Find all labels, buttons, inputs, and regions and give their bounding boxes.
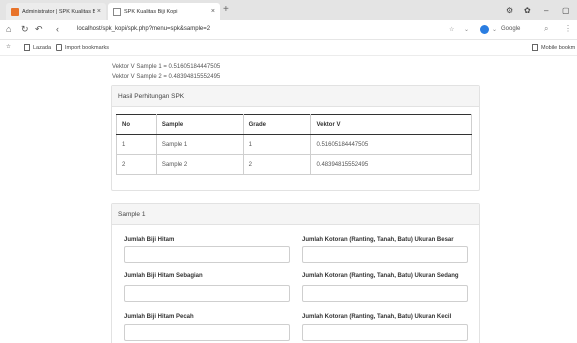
document-icon	[24, 44, 30, 51]
column-header-vektor-v: Vektor V	[310, 114, 472, 135]
column-header-grade: Grade	[242, 114, 312, 135]
window-icon[interactable]: ▢	[562, 6, 570, 15]
bookmarks-bar: ☆ Lazada Import bookmarks Mobile bookm	[0, 40, 577, 56]
close-icon[interactable]: ×	[97, 8, 101, 15]
bookmark-label: Mobile bookm	[541, 44, 576, 51]
field-label-kotoran-besar: Jumlah Kotoran (Ranting, Tanah, Batu) Uk…	[302, 237, 454, 243]
bookmark-star-icon[interactable]: ☆	[6, 44, 11, 50]
undo-icon[interactable]: ↶	[35, 24, 43, 35]
field-label-biji-hitam-sebagian: Jumlah Biji Hitam Sebagian	[124, 273, 203, 279]
biji-hitam-sebagian-input[interactable]	[124, 285, 290, 302]
bookmark-label: Lazada	[33, 44, 52, 51]
tab-title: SPK Kualitas Biji Kopi	[124, 8, 178, 15]
field-label-biji-hitam: Jumlah Biji Hitam	[124, 237, 175, 243]
cell-sample: Sample 1	[155, 134, 244, 155]
settings-icon[interactable]: ✿	[524, 6, 531, 15]
table-header-row: No Sample Grade Vektor V	[116, 114, 472, 135]
bookmark-label: Import bookmarks	[65, 44, 110, 51]
tab-bar: Administrator | SPK Kualitas B × SPK Kua…	[0, 0, 577, 20]
kotoran-sedang-input[interactable]	[302, 285, 468, 302]
address-bar: ⌂ ↻ ↶ ‹ localhost/spk_kopi/spk.php?menu=…	[0, 20, 577, 40]
mobile-icon	[532, 44, 538, 51]
url-input[interactable]: localhost/spk_kopi/spk.php?menu=spk&samp…	[77, 26, 210, 32]
table-row: 1 Sample 1 1 0.51605184447505	[116, 134, 472, 155]
more-icon[interactable]: ⋮	[564, 24, 572, 33]
table-row: 2 Sample 2 2 0.48394815552495	[116, 154, 472, 175]
dropdown-icon[interactable]: ⌄	[464, 26, 469, 33]
cell-grade: 2	[242, 154, 312, 175]
new-tab-icon[interactable]: +	[223, 4, 229, 15]
close-icon[interactable]: ×	[211, 8, 215, 15]
star-icon[interactable]: ☆	[449, 26, 454, 33]
tab-spk-kualitas[interactable]: SPK Kualitas Biji Kopi ×	[108, 3, 220, 20]
bookmark-mobile[interactable]: Mobile bookm	[532, 44, 575, 51]
cell-no: 2	[116, 154, 157, 175]
bookmark-lazada[interactable]: Lazada	[24, 44, 51, 51]
biji-hitam-input[interactable]	[124, 246, 290, 263]
search-engine-icon[interactable]	[480, 25, 489, 34]
cell-vektor-v: 0.48394815552495	[310, 154, 472, 175]
search-engine-label[interactable]: Google	[501, 26, 520, 32]
result-table: No Sample Grade Vektor V 1 Sample 1 1 0.…	[116, 114, 472, 175]
field-label-kotoran-sedang: Jumlah Kotoran (Ranting, Tanah, Batu) Uk…	[302, 273, 459, 279]
home-icon[interactable]: ⌂	[6, 24, 11, 34]
vector-v-sample-1: Vektor V Sample 1 = 0.51605184447505	[112, 64, 221, 70]
extensions-icon[interactable]: ⚙	[506, 6, 513, 15]
cell-no: 1	[116, 134, 157, 155]
biji-hitam-pecah-input[interactable]	[124, 324, 290, 341]
result-panel-title: Hasil Perhitungan SPK	[112, 86, 479, 107]
minimize-icon[interactable]: –	[544, 6, 548, 15]
tab-title: Administrator | SPK Kualitas B	[22, 8, 95, 15]
cell-vektor-v: 0.51605184447505	[310, 134, 472, 155]
field-label-kotoran-kecil: Jumlah Kotoran (Ranting, Tanah, Batu) Uk…	[302, 314, 452, 320]
back-icon[interactable]: ‹	[56, 24, 59, 34]
column-header-no: No	[116, 114, 157, 135]
sample-panel-title: Sample 1	[112, 204, 479, 225]
column-header-sample: Sample	[155, 114, 244, 135]
kotoran-besar-input[interactable]	[302, 246, 468, 263]
kotoran-kecil-input[interactable]	[302, 324, 468, 341]
document-icon	[113, 7, 121, 16]
import-icon	[56, 44, 62, 51]
field-label-biji-hitam-pecah: Jumlah Biji Hitam Pecah	[124, 314, 194, 320]
cell-sample: Sample 2	[155, 154, 244, 175]
reload-icon[interactable]: ↻	[21, 24, 29, 35]
vector-v-sample-2: Vektor V Sample 2 = 0.48394815552495	[112, 74, 221, 80]
bookmark-import[interactable]: Import bookmarks	[56, 44, 109, 51]
tab-administrator[interactable]: Administrator | SPK Kualitas B ×	[6, 3, 106, 20]
site-favicon-icon	[11, 7, 19, 16]
search-icon[interactable]: ⌕	[544, 24, 548, 34]
chevron-down-icon[interactable]: ⌄	[492, 26, 497, 33]
cell-grade: 1	[242, 134, 312, 155]
